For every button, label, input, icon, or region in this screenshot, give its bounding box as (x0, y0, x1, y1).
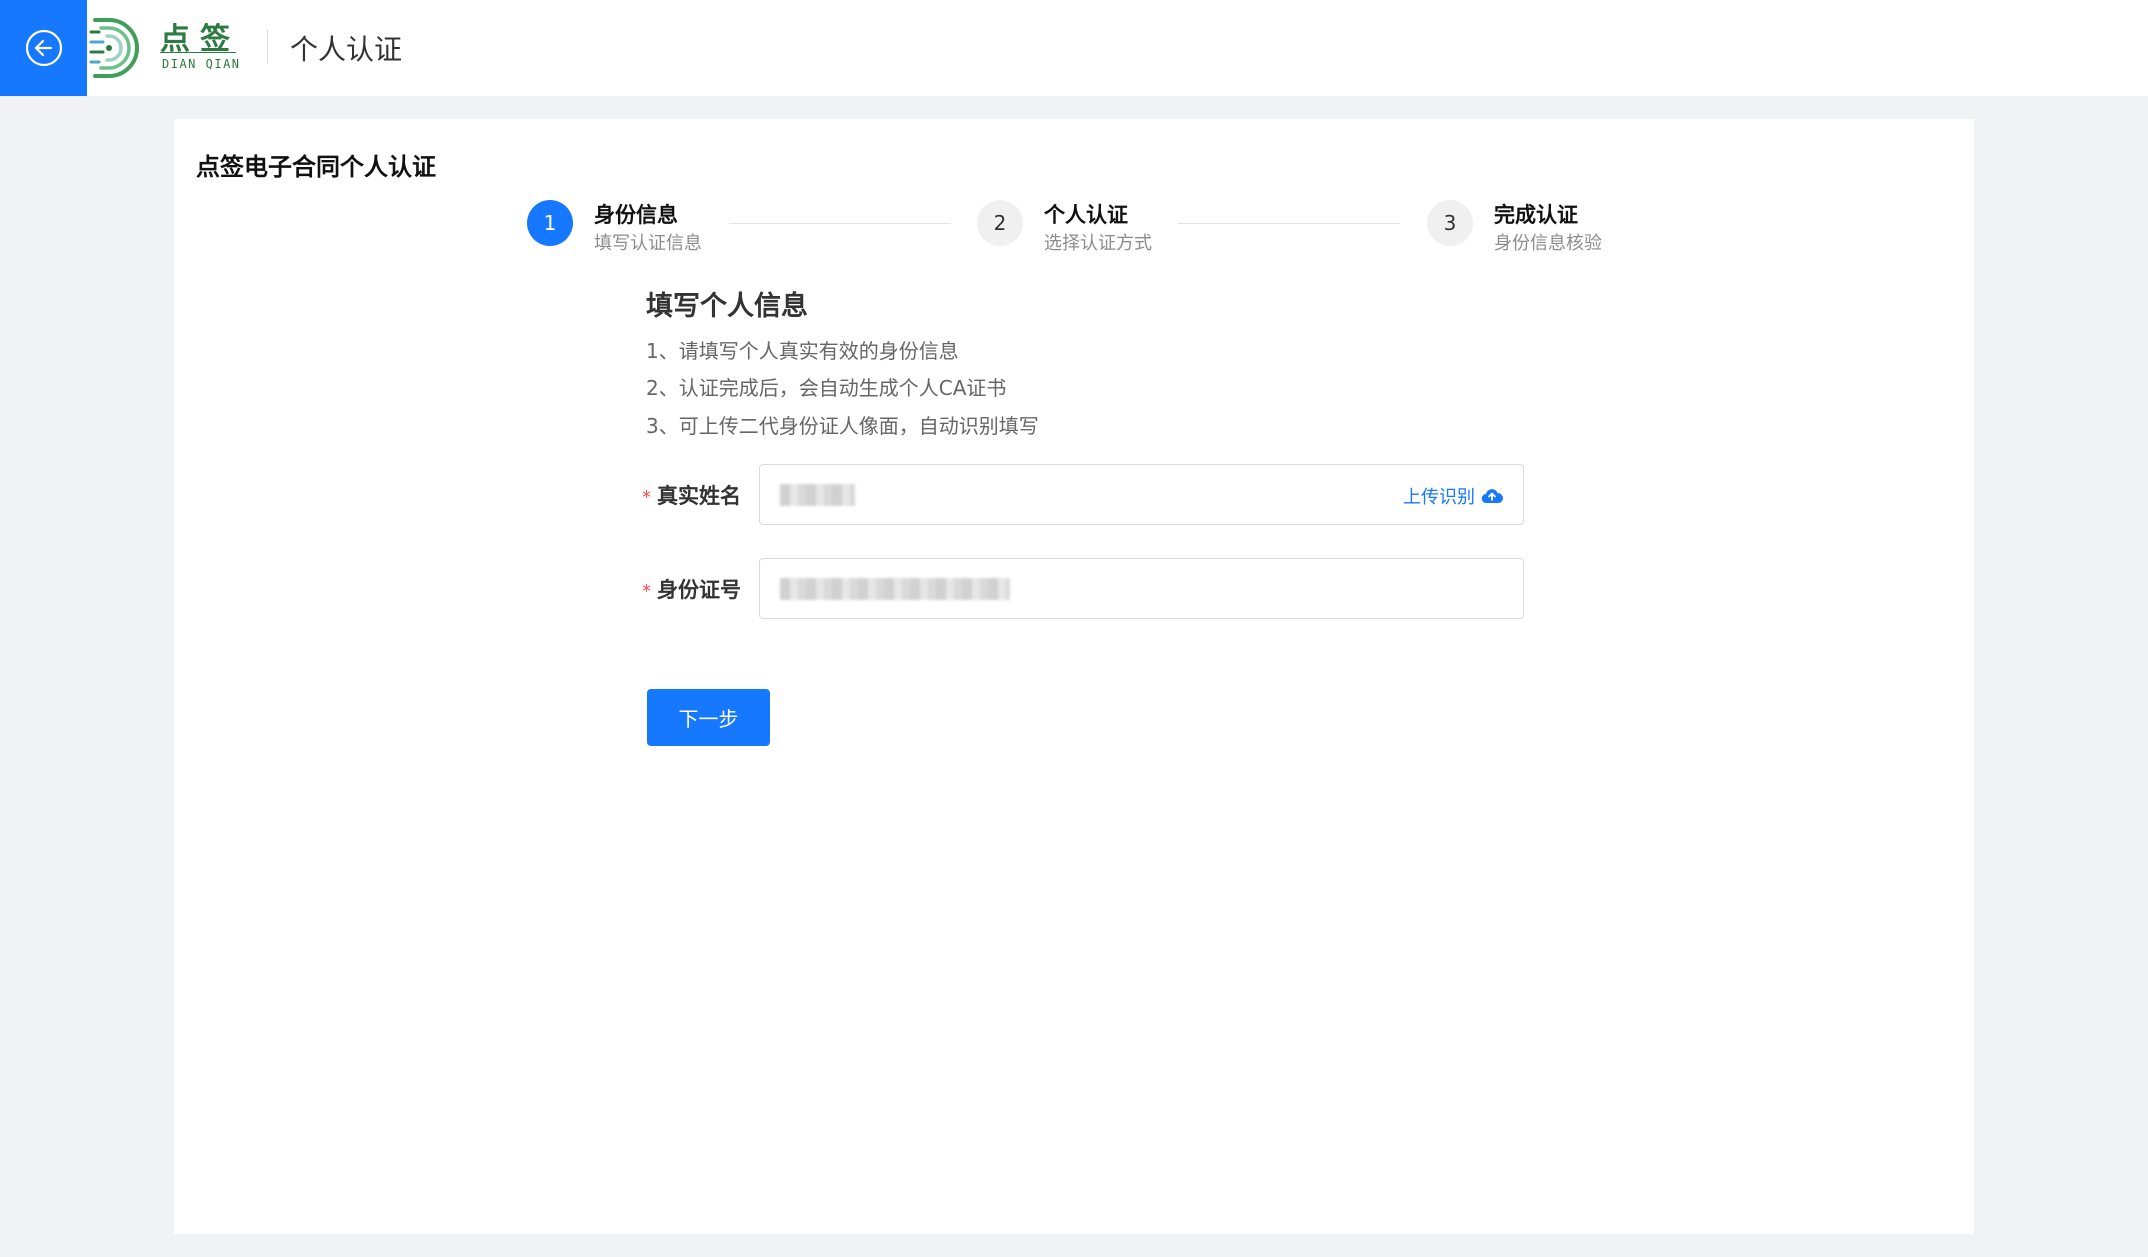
logo-divider (160, 52, 236, 53)
step-1-title: 身份信息 (594, 203, 678, 227)
tip-2: 2、认证完成后，会自动生成个人CA证书 (646, 376, 1007, 400)
step-connector (1178, 223, 1400, 224)
step-2-desc: 选择认证方式 (1044, 233, 1152, 254)
name-label: * 真实姓名 (642, 480, 741, 510)
upload-label: 上传识别 (1403, 487, 1475, 508)
card-title: 点签电子合同个人认证 (196, 153, 436, 181)
logo-subtext: DIAN QIAN (162, 57, 241, 71)
step-3-number: 3 (1427, 200, 1473, 246)
tip-1: 1、请填写个人真实有效的身份信息 (646, 339, 959, 363)
section-title: 填写个人信息 (646, 291, 808, 322)
step-1-number: 1 (527, 200, 573, 246)
step-2-number: 2 (977, 200, 1023, 246)
id-label-text: 身份证号 (657, 578, 741, 602)
next-step-button[interactable]: 下一步 (647, 689, 770, 746)
arrow-left-circle-icon (25, 29, 62, 67)
step-3-desc: 身份信息核验 (1494, 233, 1602, 254)
step-2-title: 个人认证 (1044, 203, 1128, 227)
page-title: 个人认证 (290, 33, 403, 66)
id-number-input[interactable] (759, 558, 1524, 619)
name-label-text: 真实姓名 (657, 484, 741, 508)
required-mark: * (642, 581, 651, 602)
real-name-input[interactable]: 上传识别 (759, 464, 1524, 525)
blurred-value (780, 484, 855, 506)
tip-3: 3、可上传二代身份证人像面，自动识别填写 (646, 414, 1039, 438)
auth-card: 点签电子合同个人认证 1 身份信息 填写认证信息 2 个人认证 选择认证方式 3… (174, 119, 1974, 1234)
back-button[interactable] (0, 0, 87, 96)
step-3-title: 完成认证 (1494, 203, 1578, 227)
required-mark: * (642, 487, 651, 508)
blurred-value (780, 578, 1010, 600)
step-connector (729, 223, 951, 224)
step-1-desc: 填写认证信息 (594, 233, 702, 254)
cloud-upload-icon (1481, 489, 1503, 504)
header-divider (267, 30, 268, 64)
upload-recognize-button[interactable]: 上传识别 (1403, 483, 1503, 509)
id-label: * 身份证号 (642, 574, 741, 604)
top-bar: 点签 DIAN QIAN 个人认证 (0, 0, 2148, 96)
